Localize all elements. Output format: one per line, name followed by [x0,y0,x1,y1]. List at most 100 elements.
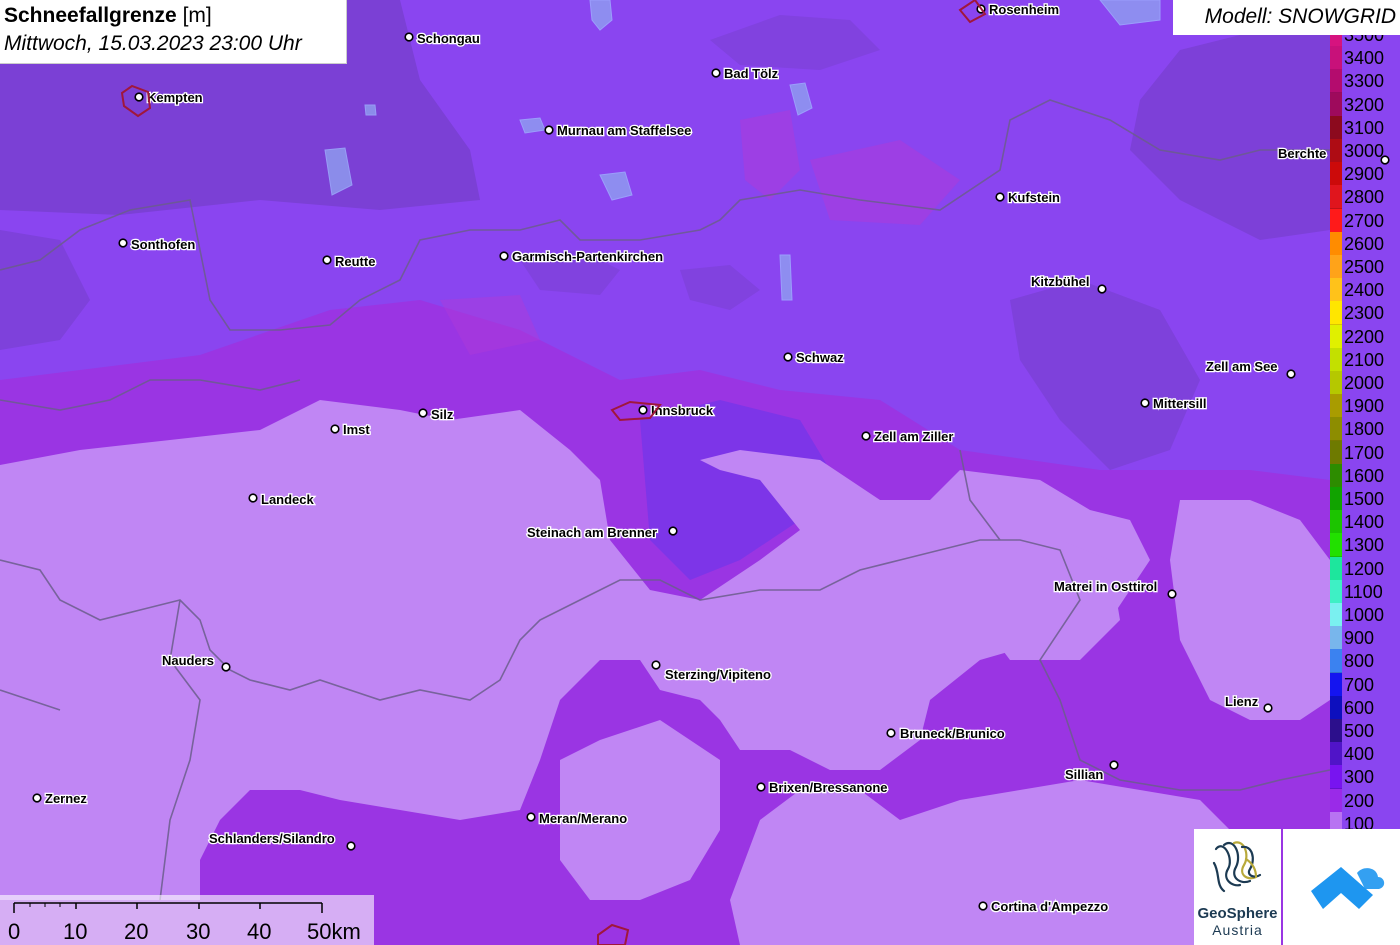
svg-text:Cortina d'Ampezzo: Cortina d'Ampezzo [991,899,1108,914]
legend-item-600: 600 [1328,695,1400,720]
app-logo-icon [1311,867,1385,909]
scale-label-10: 10 [63,919,88,944]
legend-item-3300: 3300 [1328,69,1400,94]
legend-swatch [1330,811,1342,830]
city-steinach[interactable]: Steinach am Brenner [526,524,678,541]
svg-text:Berchte: Berchte [1278,146,1326,161]
svg-text:Silz: Silz [431,407,454,422]
legend-swatch [1330,440,1342,465]
legend-label: 1500 [1344,489,1385,509]
legend-item-1400: 1400 [1328,510,1400,535]
legend-item-500: 500 [1328,719,1400,743]
legend-swatch [1330,35,1342,47]
legend-swatch [1330,463,1342,488]
legend-item-1300: 1300 [1328,533,1400,558]
svg-text:Schlanders/Silandro: Schlanders/Silandro [209,831,335,846]
city-bruneck[interactable]: Bruneck/Brunico [886,725,1006,742]
geosphere-logo-name: GeoSphere [1197,905,1278,922]
city-murnau[interactable]: Murnau am Staffelsee [544,122,693,139]
legend-swatch [1330,719,1342,743]
city-brixen[interactable]: Brixen/Bressanone [756,779,889,796]
city-garmisch[interactable]: Garmisch-Partenkirchen [499,248,664,265]
svg-text:Sillian: Sillian [1065,767,1103,782]
legend-label: 3200 [1344,94,1385,115]
legend-item-3100: 3100 [1328,115,1400,140]
legend-label: 1300 [1344,535,1385,556]
legend-item-400: 400 [1328,742,1400,767]
legend-swatch [1330,672,1342,697]
city-zell-am-ziller[interactable]: Zell am Ziller [861,428,955,445]
scale-label-40: 40 [247,919,272,944]
legend-item-1200: 1200 [1328,556,1400,581]
svg-text:Matrei in Osttirol: Matrei in Osttirol [1054,579,1157,594]
legend-swatch [1330,231,1342,256]
svg-text:Rosenheim: Rosenheim [989,2,1059,17]
legend-item-2500: 2500 [1328,255,1400,279]
legend-label: 1400 [1344,512,1385,533]
legend-label: 2500 [1344,257,1385,277]
legend-label: 3500 [1344,35,1385,45]
legend-item-800: 800 [1328,649,1400,674]
legend-swatch [1330,603,1342,627]
legend-swatch [1330,255,1342,279]
legend-item-100: 100 [1328,811,1400,830]
legend-swatch [1330,487,1342,511]
legend-swatch [1330,46,1342,71]
zone-lilac-southeast [730,780,1230,945]
city-meran[interactable]: Meran/Merano [526,810,628,827]
legend-label: 1700 [1344,442,1385,463]
legend-item-2000: 2000 [1328,371,1400,395]
legend-swatch [1330,742,1342,767]
legend-swatch [1330,417,1342,442]
svg-text:Zernez: Zernez [45,791,87,806]
scale-bar: 0 10 20 30 40 50km [0,895,374,945]
legend-item-1700: 1700 [1328,440,1400,465]
snowfall-limit-map[interactable]: Rosenheim Schongau Kempten Bad Tölz Murn… [0,0,1400,945]
geosphere-logo-sub: Austria [1212,922,1263,938]
legend-swatch [1330,765,1342,790]
city-sonthofen[interactable]: Sonthofen [118,236,197,253]
city-innsbruck[interactable]: Innsbruck [638,402,715,419]
city-cortina[interactable]: Cortina d'Ampezzo [978,898,1110,915]
svg-text:Kempten: Kempten [147,90,203,105]
legend-swatch [1330,556,1342,581]
legend-swatch [1330,92,1342,117]
legend-label: 1100 [1344,581,1383,602]
legend-item-2100: 2100 [1328,347,1400,372]
model-label: Modell: SNOWGRID [1204,5,1396,28]
legend-item-1600: 1600 [1328,463,1400,488]
svg-text:Bad Tölz: Bad Tölz [724,66,779,81]
geosphere-logo[interactable]: GeoSphere Austria [1194,829,1281,945]
legend-item-1900: 1900 [1328,394,1400,419]
legend-item-1000: 1000 [1328,603,1400,627]
map-title: Schneefallgrenze [m] [4,4,212,28]
scale-label-50km: 50km [307,919,361,944]
svg-text:Mittersill: Mittersill [1153,396,1206,411]
legend-swatch [1330,115,1342,140]
legend-item-2400: 2400 [1328,278,1400,303]
city-rosenheim[interactable]: Rosenheim [976,1,1060,18]
legend-label: 2200 [1344,326,1385,347]
legend-item-2900: 2900 [1328,162,1400,187]
legend-item-1800: 1800 [1328,417,1400,442]
svg-text:Schongau: Schongau [417,31,480,46]
legend-item-2600: 2600 [1328,231,1400,256]
scale-label-30: 30 [186,919,211,944]
svg-text:Steinach am Brenner: Steinach am Brenner [527,525,657,540]
city-schongau[interactable]: Schongau [404,30,481,47]
legend-label: 600 [1344,697,1375,718]
legend-swatch [1330,394,1342,419]
model-panel: Modell: SNOWGRID [1173,0,1400,35]
legend-item-200: 200 [1328,788,1400,813]
svg-text:Sonthofen: Sonthofen [131,237,195,252]
app-logo[interactable] [1283,829,1400,945]
legend-item-2300: 2300 [1328,301,1400,326]
legend-label: 2100 [1344,349,1385,370]
svg-text:Murnau am Staffelsee: Murnau am Staffelsee [557,123,691,138]
title-unit: [m] [182,4,212,27]
svg-text:Lienz: Lienz [1225,694,1259,709]
legend-label: 3000 [1344,141,1385,161]
legend-label: 900 [1344,628,1375,649]
legend-swatch [1330,695,1342,720]
legend-label: 2700 [1344,210,1385,231]
